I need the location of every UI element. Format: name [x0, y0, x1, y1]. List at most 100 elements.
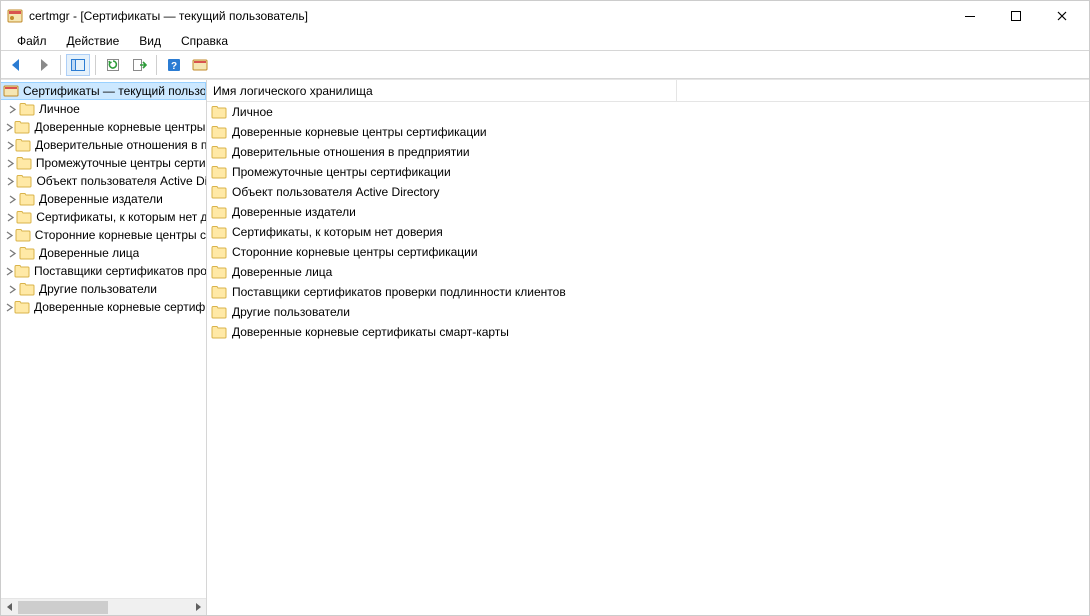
list-item[interactable]: Сторонние корневые центры сертификации	[207, 242, 1089, 262]
folder-icon	[16, 173, 32, 189]
maximize-button[interactable]	[993, 1, 1039, 31]
list-item[interactable]: Доверенные лица	[207, 262, 1089, 282]
list-item[interactable]: Другие пользователи	[207, 302, 1089, 322]
tree-horizontal-scrollbar[interactable]	[1, 598, 206, 615]
tree-item[interactable]: Доверенные корневые сертификаты смарт-ка…	[1, 298, 206, 316]
list-item-label: Доверенные издатели	[232, 205, 356, 219]
folder-icon	[14, 299, 30, 315]
scroll-right-button[interactable]	[189, 600, 206, 615]
certificates-button[interactable]	[188, 54, 212, 76]
tree-item-label: Сторонние корневые центры сертификации	[35, 228, 206, 242]
list-item[interactable]: Поставщики сертификатов проверки подлинн…	[207, 282, 1089, 302]
tree-item[interactable]: Доверительные отношения в предприятии	[1, 136, 206, 154]
list-body[interactable]: Личное Доверенные корневые центры сертифи…	[207, 102, 1089, 615]
tree-item[interactable]: Сертификаты, к которым нет доверия	[1, 208, 206, 226]
expand-icon[interactable]	[5, 195, 19, 204]
scroll-thumb[interactable]	[18, 601, 108, 614]
tree-item[interactable]: Промежуточные центры сертификации	[1, 154, 206, 172]
titlebar: certmgr - [Сертификаты — текущий пользов…	[1, 1, 1089, 31]
folder-icon	[211, 184, 227, 200]
menu-file[interactable]: Файл	[7, 32, 57, 50]
folder-icon	[14, 119, 30, 135]
list-item[interactable]: Доверенные корневые центры сертификации	[207, 122, 1089, 142]
scroll-track[interactable]	[18, 600, 189, 615]
menu-action[interactable]: Действие	[57, 32, 130, 50]
client-area: Сертификаты — текущий пользователь Лично…	[1, 79, 1089, 615]
folder-icon	[211, 244, 227, 260]
list-item-label: Доверенные корневые сертификаты смарт-ка…	[232, 325, 509, 339]
column-header-name[interactable]: Имя логического хранилища	[207, 80, 677, 102]
folder-icon	[19, 101, 35, 117]
expand-icon[interactable]	[5, 159, 16, 168]
tree-pane: Сертификаты — текущий пользователь Лично…	[1, 80, 207, 615]
list-item-label: Другие пользователи	[232, 305, 350, 319]
export-button[interactable]	[127, 54, 151, 76]
close-button[interactable]	[1039, 1, 1085, 31]
tree-item[interactable]: Доверенные издатели	[1, 190, 206, 208]
tree-item[interactable]: Поставщики сертификатов проверки подлинн…	[1, 262, 206, 280]
tree-item[interactable]: Объект пользователя Active Directory	[1, 172, 206, 190]
folder-icon	[211, 224, 227, 240]
tree-item-label: Доверенные издатели	[39, 192, 163, 206]
tree-scroll[interactable]: Сертификаты — текущий пользователь Лично…	[1, 80, 206, 598]
help-button[interactable]: ?	[162, 54, 186, 76]
tree-item-label: Личное	[39, 102, 80, 116]
toolbar: ?	[1, 51, 1089, 79]
expand-icon[interactable]	[5, 249, 19, 258]
expand-icon[interactable]	[5, 231, 15, 240]
folder-icon	[211, 204, 227, 220]
expand-icon[interactable]	[5, 105, 19, 114]
expand-icon[interactable]	[5, 123, 14, 132]
minimize-button[interactable]	[947, 1, 993, 31]
folder-icon	[211, 144, 227, 160]
list-item[interactable]: Объект пользователя Active Directory	[207, 182, 1089, 202]
expand-icon[interactable]	[5, 177, 16, 186]
menubar: Файл Действие Вид Справка	[1, 31, 1089, 51]
app-icon	[7, 8, 23, 24]
list-item[interactable]: Доверенные издатели	[207, 202, 1089, 222]
list-item-label: Объект пользователя Active Directory	[232, 185, 440, 199]
tree-root-item[interactable]: Сертификаты — текущий пользователь	[1, 82, 206, 100]
show-hide-tree-button[interactable]	[66, 54, 90, 76]
tree-item-label: Промежуточные центры сертификации	[36, 156, 206, 170]
expand-icon[interactable]	[5, 285, 19, 294]
folder-icon	[16, 155, 32, 171]
forward-button[interactable]	[31, 54, 55, 76]
expand-icon[interactable]	[5, 213, 16, 222]
list-item[interactable]: Доверительные отношения в предприятии	[207, 142, 1089, 162]
svg-text:?: ?	[171, 61, 177, 72]
tree-item[interactable]: Сторонние корневые центры сертификации	[1, 226, 206, 244]
expand-icon[interactable]	[5, 141, 15, 150]
tree-item[interactable]: Доверенные корневые центры сертификации	[1, 118, 206, 136]
folder-icon	[15, 227, 31, 243]
folder-icon	[211, 284, 227, 300]
folder-icon	[19, 191, 35, 207]
menu-view[interactable]: Вид	[129, 32, 171, 50]
list-item[interactable]: Промежуточные центры сертификации	[207, 162, 1089, 182]
tree-item-label: Доверенные лица	[39, 246, 139, 260]
folder-icon	[211, 324, 227, 340]
tree-item[interactable]: Личное	[1, 100, 206, 118]
list-item-label: Личное	[232, 105, 273, 119]
list-pane: Имя логического хранилища Личное Доверенн…	[207, 80, 1089, 615]
list-item-label: Доверенные корневые центры сертификации	[232, 125, 487, 139]
scroll-left-button[interactable]	[1, 600, 18, 615]
window-controls	[947, 1, 1085, 31]
back-button[interactable]	[5, 54, 29, 76]
certificates-root-icon	[3, 83, 19, 99]
tree-item[interactable]: Другие пользователи	[1, 280, 206, 298]
expand-icon[interactable]	[5, 267, 14, 276]
list-item[interactable]: Доверенные корневые сертификаты смарт-ка…	[207, 322, 1089, 342]
list-item-label: Промежуточные центры сертификации	[232, 165, 451, 179]
toolbar-separator	[60, 55, 61, 75]
expand-icon[interactable]	[5, 303, 14, 312]
tree-item[interactable]: Доверенные лица	[1, 244, 206, 262]
list-item[interactable]: Личное	[207, 102, 1089, 122]
list-item[interactable]: Сертификаты, к которым нет доверия	[207, 222, 1089, 242]
menu-help[interactable]: Справка	[171, 32, 238, 50]
folder-icon	[211, 164, 227, 180]
refresh-button[interactable]	[101, 54, 125, 76]
list-item-label: Сертификаты, к которым нет доверия	[232, 225, 443, 239]
tree-item-label: Доверенные корневые сертификаты смарт-ка…	[34, 300, 206, 314]
tree-item-label: Сертификаты, к которым нет доверия	[36, 210, 206, 224]
